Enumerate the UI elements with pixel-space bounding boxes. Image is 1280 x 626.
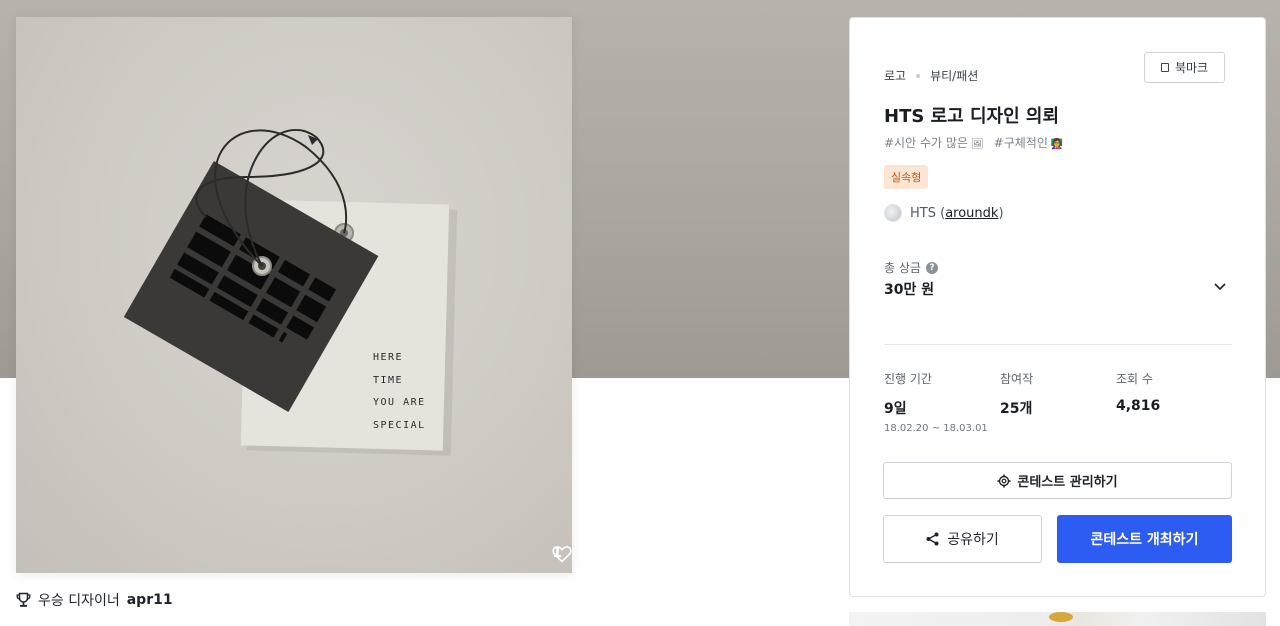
breadcrumb-separator <box>916 73 921 78</box>
winner-designer: 우승 디자이너 apr11 <box>16 590 173 610</box>
related-content-preview <box>849 612 1266 626</box>
client-info: HTS (aroundk) <box>884 204 1004 222</box>
tag-line: TIME <box>373 374 404 386</box>
tag-emoji: 🖼 <box>970 139 984 150</box>
heart-outline-icon <box>552 546 572 563</box>
divider <box>884 344 1232 345</box>
entries-stat: 참여작 25개 <box>1000 370 1033 418</box>
bookmark-label: 북마크 <box>1174 61 1209 75</box>
stat-label: 참여작 <box>1000 372 1034 386</box>
host-contest-button[interactable]: 콘테스트 개최하기 <box>1057 515 1232 563</box>
breadcrumb-item[interactable]: 뷰티/패션 <box>930 67 978 84</box>
like-button[interactable]: 1 <box>552 545 572 563</box>
help-icon[interactable]: ? <box>925 261 938 274</box>
contest-info-panel: 북마크 로고 뷰티/패션 HTS 로고 디자인 의뢰 #시안 수가 많은 🖼 #구… <box>849 17 1266 597</box>
breadcrumb-item[interactable]: 로고 <box>884 67 906 84</box>
tag-line: YOU ARE <box>373 397 426 408</box>
winner-label: 우승 디자이너 <box>38 593 120 609</box>
stat-label: 조회 수 <box>1116 372 1153 386</box>
tag-emoji: 👩‍🏫 <box>1050 139 1064 150</box>
winning-artwork-image[interactable]: HERE TIME YOU ARE SPECIAL 1 <box>16 17 572 573</box>
prize-label-text: 총 상금 <box>884 261 921 275</box>
tag-list: #시안 수가 많은 🖼 #구체적인 👩‍🏫 <box>884 134 1063 151</box>
client-name: HTS (aroundk) <box>910 205 1004 221</box>
tag-item: #구체적인 👩‍🏫 <box>994 134 1064 151</box>
views-stat: 조회 수 4,816 <box>1116 370 1160 414</box>
client-name-text: HTS <box>910 205 936 221</box>
tag-item: #시안 수가 많은 🖼 <box>884 134 984 151</box>
breadcrumb: 로고 뷰티/패션 <box>884 67 978 84</box>
stat-value: 4,816 <box>1116 398 1161 414</box>
stat-label: 진행 기간 <box>884 372 932 386</box>
tag-line: HERE <box>373 352 404 363</box>
manage-contest-button[interactable]: 콘테스트 관리하기 <box>883 462 1232 499</box>
client-avatar <box>884 204 902 222</box>
contest-title: HTS 로고 디자인 의뢰 <box>884 106 1060 127</box>
hang-tag-mockup-illustration <box>123 129 458 456</box>
prize-label: 총 상금 ? <box>884 259 938 276</box>
gear-icon <box>997 474 1011 487</box>
manage-contest-label: 콘테스트 관리하기 <box>1017 475 1118 490</box>
stat-value: 9일 <box>884 401 907 417</box>
share-label: 공유하기 <box>947 532 999 548</box>
chevron-down-icon[interactable] <box>1212 278 1228 294</box>
preview-graphic <box>1049 612 1073 622</box>
tag-text: HERE TIME YOU ARE SPECIAL <box>373 347 426 437</box>
duration-stat: 진행 기간 9일 18.02.20 ~ 18.03.01 <box>884 370 988 434</box>
host-contest-label: 콘테스트 개최하기 <box>1090 532 1199 548</box>
tag-text: #시안 수가 많은 <box>884 136 968 150</box>
trophy-icon <box>16 592 31 607</box>
tag-text: #구체적인 <box>993 136 1048 150</box>
duration-range: 18.02.20 ~ 18.03.01 <box>884 423 988 434</box>
stat-value: 25개 <box>1000 401 1033 417</box>
bookmark-icon <box>1160 63 1169 72</box>
share-icon <box>926 532 939 546</box>
client-handle-link[interactable]: aroundk <box>945 206 998 221</box>
package-type-badge: 실속형 <box>884 165 929 189</box>
bookmark-button[interactable]: 북마크 <box>1144 52 1225 83</box>
prize-value: 30만 원 <box>884 282 935 298</box>
winner-name[interactable]: apr11 <box>127 592 173 608</box>
share-button[interactable]: 공유하기 <box>883 515 1042 563</box>
tag-line: SPECIAL <box>373 419 426 431</box>
